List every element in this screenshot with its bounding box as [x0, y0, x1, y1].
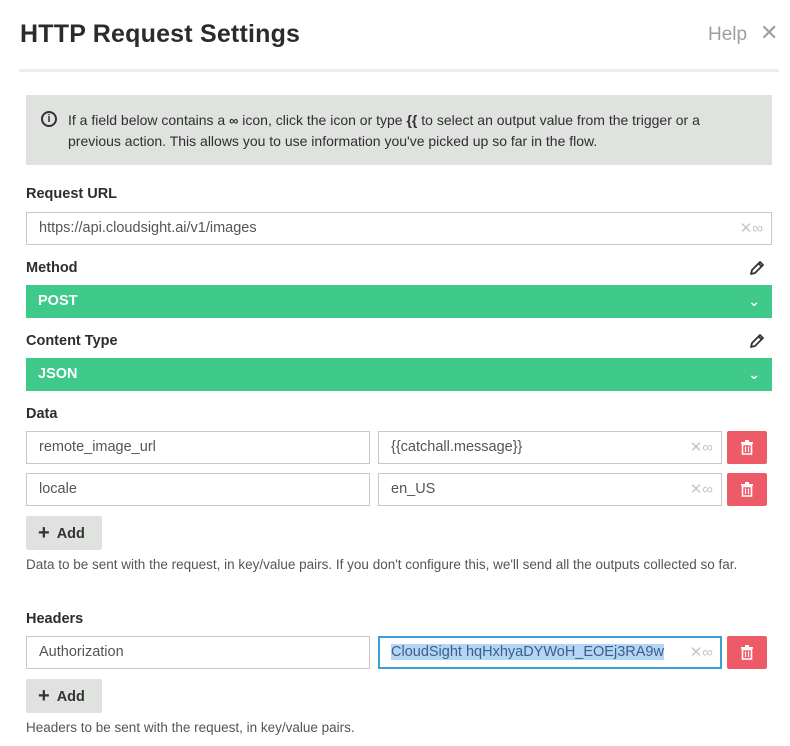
add-data-button[interactable]: + Add	[26, 516, 102, 550]
data-key-value: locale	[39, 481, 77, 497]
variable-picker-icon[interactable]: ✕∞	[690, 432, 713, 463]
trash-icon	[741, 645, 753, 660]
data-value-value: {{catchall.message}}	[391, 439, 523, 455]
data-value-input[interactable]: en_US ✕∞	[378, 473, 722, 506]
data-value-value: en_US	[391, 481, 436, 497]
headers-hint: Headers to be sent with the request, in …	[26, 720, 355, 735]
delete-row-button[interactable]	[727, 431, 767, 464]
delete-row-button[interactable]	[727, 636, 767, 669]
pencil-icon[interactable]	[749, 260, 765, 276]
info-banner: i If a field below contains a ∞ icon, cl…	[26, 95, 772, 165]
trash-icon	[741, 440, 753, 455]
headers-label: Headers	[26, 611, 84, 627]
method-value: POST	[38, 293, 78, 309]
chevron-down-icon: ⌄	[748, 293, 760, 309]
info-text-2: icon, click the icon or type	[242, 112, 403, 128]
data-key-value: remote_image_url	[39, 439, 156, 455]
variable-picker-icon[interactable]: ✕∞	[740, 213, 763, 244]
variable-picker-icon[interactable]: ✕∞	[690, 474, 713, 505]
info-braces: {{	[406, 112, 418, 128]
content-type-select[interactable]: JSON ⌄	[26, 358, 772, 391]
close-icon[interactable]: ✕	[760, 22, 778, 44]
data-key-input[interactable]: locale	[26, 473, 370, 506]
data-label: Data	[26, 406, 58, 422]
chevron-down-icon: ⌄	[748, 366, 760, 382]
request-url-input[interactable]: https://api.cloudsight.ai/v1/images ✕∞	[26, 212, 772, 245]
info-circle-icon: i	[41, 111, 57, 127]
method-select[interactable]: POST ⌄	[26, 285, 772, 318]
info-text-1: If a field below contains a	[68, 112, 226, 128]
add-label: Add	[56, 689, 85, 705]
method-label: Method	[26, 260, 78, 276]
header-key-input[interactable]: Authorization	[26, 636, 370, 669]
delete-row-button[interactable]	[727, 473, 767, 506]
header-divider	[19, 69, 779, 72]
plus-icon: +	[38, 522, 50, 544]
trash-icon	[741, 482, 753, 497]
header-value-value: CloudSight hqHxhyaDYWoH_EOEj3RA9w	[391, 644, 664, 660]
data-key-input[interactable]: remote_image_url	[26, 431, 370, 464]
add-header-button[interactable]: + Add	[26, 679, 102, 713]
data-value-input[interactable]: {{catchall.message}} ✕∞	[378, 431, 722, 464]
header-key-value: Authorization	[39, 644, 124, 660]
data-hint: Data to be sent with the request, in key…	[26, 557, 738, 572]
request-url-label: Request URL	[26, 186, 118, 202]
request-url-value: https://api.cloudsight.ai/v1/images	[39, 220, 257, 236]
add-label: Add	[56, 526, 85, 542]
header-value-input[interactable]: CloudSight hqHxhyaDYWoH_EOEj3RA9w ✕∞	[378, 636, 722, 669]
help-link[interactable]: Help	[708, 24, 747, 46]
content-type-value: JSON	[38, 366, 78, 382]
dialog-title: HTTP Request Settings	[20, 20, 301, 48]
plus-icon: +	[38, 685, 50, 707]
pencil-icon[interactable]	[749, 333, 765, 349]
infinity-icon: ∞	[229, 113, 239, 128]
variable-picker-icon[interactable]: ✕∞	[690, 638, 713, 667]
content-type-label: Content Type	[26, 333, 118, 349]
